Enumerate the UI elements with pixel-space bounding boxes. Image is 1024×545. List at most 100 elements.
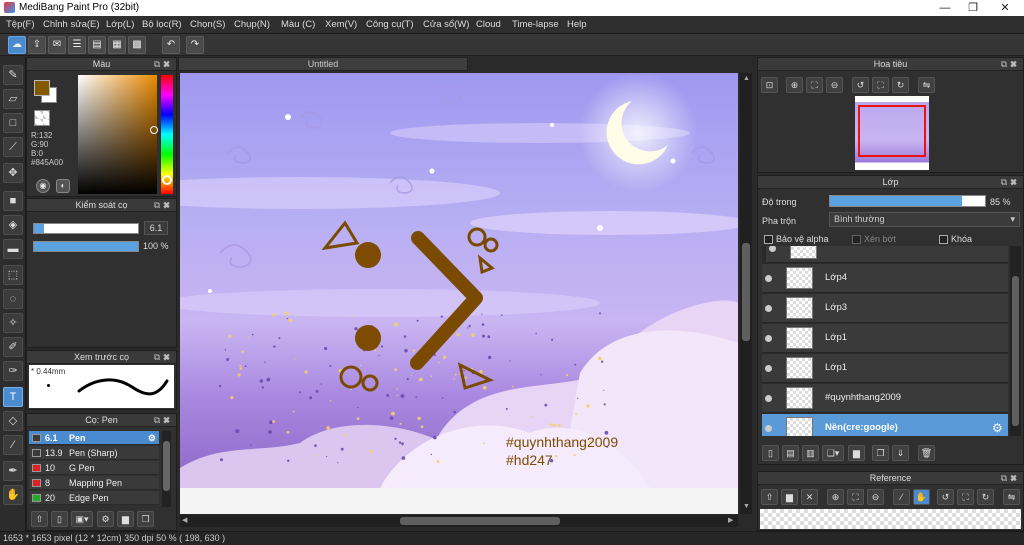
hue-cursor[interactable] [162, 175, 172, 185]
blend-mode-select[interactable]: Bình thường ▾ [829, 212, 1020, 227]
panel-controls-icon[interactable]: ⧉✖ [1001, 58, 1020, 70]
fit-window-icon[interactable]: ⛶ [872, 77, 889, 93]
reference-fit-icon[interactable]: ⛶ [847, 489, 864, 505]
scroll-down-icon[interactable]: ▼ [743, 503, 750, 510]
rotate-right-icon[interactable]: ↻ [892, 77, 909, 93]
layer-row[interactable]: Nền(cre:google) ⚙ [762, 414, 1008, 436]
reference-rotate-left-icon[interactable]: ↺ [937, 489, 954, 505]
scroll-up-icon[interactable]: ▲ [743, 75, 750, 82]
select-eraser-icon[interactable]: ✑ [3, 361, 23, 381]
layer-row-partial[interactable] [766, 246, 1008, 263]
minimize-button[interactable]: — [930, 0, 960, 16]
gradient-tool-icon[interactable]: ▬ [3, 239, 23, 259]
layer-row[interactable]: Lớp4 [762, 264, 1008, 293]
eye-icon[interactable] [765, 335, 772, 342]
menu-select[interactable]: Chọn(S) [190, 19, 225, 30]
move-tool-icon[interactable]: ✥ [3, 163, 23, 183]
select-rect-icon[interactable]: ⬚ [3, 265, 23, 285]
palette-icon[interactable]: ◉ [36, 179, 50, 193]
lasso-tool-icon[interactable]: ◌ [3, 289, 23, 309]
layer-list-scrollbar[interactable] [1010, 246, 1021, 436]
select-pen-icon[interactable]: ✐ [3, 337, 23, 357]
hand-tool-icon[interactable]: ✋ [3, 485, 23, 505]
primary-color-swatch[interactable] [34, 80, 50, 96]
add-brush-icon[interactable]: ⇧ [31, 511, 48, 527]
scroll-right-icon[interactable]: ▶ [728, 516, 733, 524]
cloud-icon[interactable]: ☁ [8, 36, 26, 54]
menu-layer[interactable]: Lớp(L) [106, 19, 134, 30]
vertical-scroll-thumb[interactable] [742, 243, 750, 341]
comment-icon[interactable]: ✉ [48, 36, 66, 54]
operation-tool-icon[interactable]: ◇ [3, 411, 23, 431]
eye-icon[interactable] [765, 275, 772, 282]
close-button[interactable]: ✕ [990, 0, 1020, 16]
panel-controls-icon[interactable]: ⧉✖ [154, 199, 173, 211]
reference-hand-icon[interactable]: ✋ [913, 489, 930, 505]
brush-copy-icon[interactable]: ❐ [137, 511, 154, 527]
menu-timelapse[interactable]: Time-lapse [512, 19, 559, 30]
brush-item[interactable]: 8 Mapping Pen [29, 476, 159, 490]
brush-folder-icon[interactable]: ▆ [117, 511, 134, 527]
reference-eyedropper-icon[interactable]: ⁄ [893, 489, 910, 505]
brush-item[interactable]: 6.1 Pen ⚙ [29, 431, 159, 445]
reference-zoom-out-icon[interactable]: ⊖ [867, 489, 884, 505]
panel-icon[interactable]: ▦ [108, 36, 126, 54]
brush-tool-icon[interactable]: ✎ [3, 65, 23, 85]
lock-checkbox[interactable] [939, 235, 948, 244]
new-8bit-layer-icon[interactable]: ▥ [802, 445, 819, 461]
line-tool-icon[interactable]: ⟋ [3, 137, 23, 157]
layer-add-menu-icon[interactable]: ❏▾ [822, 445, 844, 461]
reference-rotate-right-icon[interactable]: ↻ [977, 489, 994, 505]
new-halftone-layer-icon[interactable]: ▤ [782, 445, 799, 461]
maximize-button[interactable]: ❐ [958, 0, 988, 16]
reference-upload-icon[interactable]: ⇧ [761, 489, 778, 505]
undo-icon[interactable]: ↶ [162, 36, 180, 54]
gear-icon[interactable]: ⚙ [992, 421, 1003, 435]
new-brush-icon[interactable]: ▯ [51, 511, 68, 527]
brush-settings-icon[interactable]: ⚙ [97, 511, 114, 527]
panel-controls-icon[interactable]: ⧉✖ [154, 351, 173, 363]
document-tab[interactable]: Untitled [178, 57, 468, 71]
color-picker-icon[interactable]: ◐ [56, 179, 70, 193]
panel-controls-icon[interactable]: ⧉✖ [1001, 176, 1020, 188]
redo-icon[interactable]: ↷ [186, 36, 204, 54]
menu-file[interactable]: Tệp(F) [6, 19, 35, 30]
brush-size-slider[interactable] [33, 223, 139, 234]
reference-close-icon[interactable]: ✕ [801, 489, 818, 505]
menu-capture[interactable]: Chụp(N) [234, 19, 270, 30]
brush-item[interactable]: 13.9 Pen (Sharp) [29, 446, 159, 460]
menu-filter[interactable]: Bộ lọc(R) [142, 19, 182, 30]
menu-view[interactable]: Xem(V) [325, 19, 357, 30]
magic-wand-icon[interactable]: ✧ [3, 313, 23, 333]
delete-layer-icon[interactable]: 🗑 [918, 445, 935, 461]
layer-folder-icon[interactable]: ▆ [848, 445, 865, 461]
transparent-swatch[interactable] [34, 110, 50, 126]
menu-edit[interactable]: Chỉnh sửa(E) [43, 19, 100, 30]
panel-controls-icon[interactable]: ⧉✖ [154, 58, 173, 70]
pen-tool-icon[interactable]: ✒ [3, 461, 23, 481]
rectangle-tool-icon[interactable]: □ [3, 113, 23, 133]
reference-open-icon[interactable]: ▆ [781, 489, 798, 505]
clipping-checkbox[interactable] [852, 235, 861, 244]
eye-icon[interactable] [765, 365, 772, 372]
gear-icon[interactable]: ⚙ [148, 431, 156, 445]
text-tool-icon[interactable]: T [3, 387, 23, 407]
duplicate-layer-icon[interactable]: ❐ [872, 445, 889, 461]
layer-row[interactable]: #quynhthang2009 [762, 384, 1008, 413]
chat-icon[interactable]: ☰ [68, 36, 86, 54]
brush-opacity-slider[interactable] [33, 241, 139, 252]
menu-color[interactable]: Màu (C) [281, 19, 315, 30]
layer-row[interactable]: Lớp1 [762, 324, 1008, 353]
actual-size-icon[interactable]: ⛶ [806, 77, 823, 93]
zoom-fit-icon[interactable]: ⊡ [761, 77, 778, 93]
reference-flip-icon[interactable]: ⇋ [1003, 489, 1020, 505]
document-icon[interactable]: ▤ [88, 36, 106, 54]
reference-canvas[interactable] [760, 509, 1021, 529]
menu-tools[interactable]: Công cụ(T) [366, 19, 414, 30]
new-layer-icon[interactable]: ▯ [762, 445, 779, 461]
color-cursor[interactable] [150, 126, 158, 134]
panel-controls-icon[interactable]: ⧉✖ [1001, 472, 1020, 484]
saturation-value-picker[interactable] [78, 75, 157, 194]
merge-down-icon[interactable]: ⇓ [892, 445, 909, 461]
horizontal-scroll-thumb[interactable] [400, 517, 560, 525]
